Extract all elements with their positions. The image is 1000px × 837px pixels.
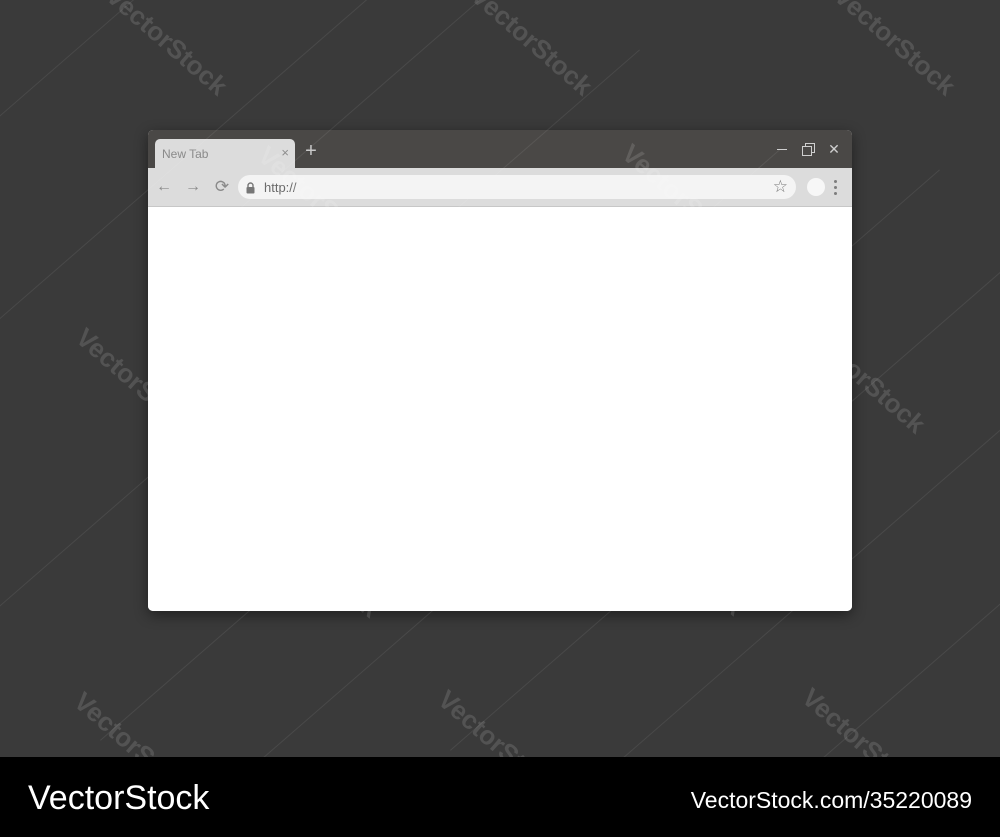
- browser-window: New Tab × + ✕ ← → ⟳ http:// ☆: [148, 130, 852, 611]
- toolbar: ← → ⟳ http:// ☆: [148, 168, 852, 207]
- background: New Tab × + ✕ ← → ⟳ http:// ☆ VectorStoc…: [0, 0, 1000, 757]
- reload-icon[interactable]: ⟳: [212, 177, 232, 197]
- kebab-menu-icon[interactable]: [831, 178, 839, 196]
- tab-title: New Tab: [162, 147, 209, 161]
- footer-brand: VectorStock: [28, 779, 210, 817]
- forward-arrow-icon[interactable]: →: [183, 177, 203, 197]
- minimize-icon[interactable]: [773, 140, 791, 158]
- profile-avatar[interactable]: [807, 178, 825, 196]
- new-tab-plus-icon[interactable]: +: [303, 141, 319, 161]
- footer-image-ref: VectorStock.com/35220089: [690, 787, 972, 813]
- title-bar: New Tab × + ✕: [148, 130, 852, 168]
- address-bar[interactable]: http:// ☆: [238, 175, 796, 199]
- tab-new-tab[interactable]: New Tab ×: [155, 139, 295, 168]
- tab-close-icon[interactable]: ×: [281, 145, 289, 160]
- page-content[interactable]: [148, 207, 852, 611]
- restore-icon[interactable]: [799, 140, 817, 158]
- footer-bar: VectorStock VectorStock.com/35220089: [0, 757, 1000, 837]
- window-close-icon[interactable]: ✕: [825, 140, 843, 158]
- url-text[interactable]: http://: [264, 180, 297, 195]
- back-arrow-icon[interactable]: ←: [154, 177, 174, 197]
- star-icon[interactable]: ☆: [773, 177, 788, 197]
- lock-icon: [246, 181, 255, 194]
